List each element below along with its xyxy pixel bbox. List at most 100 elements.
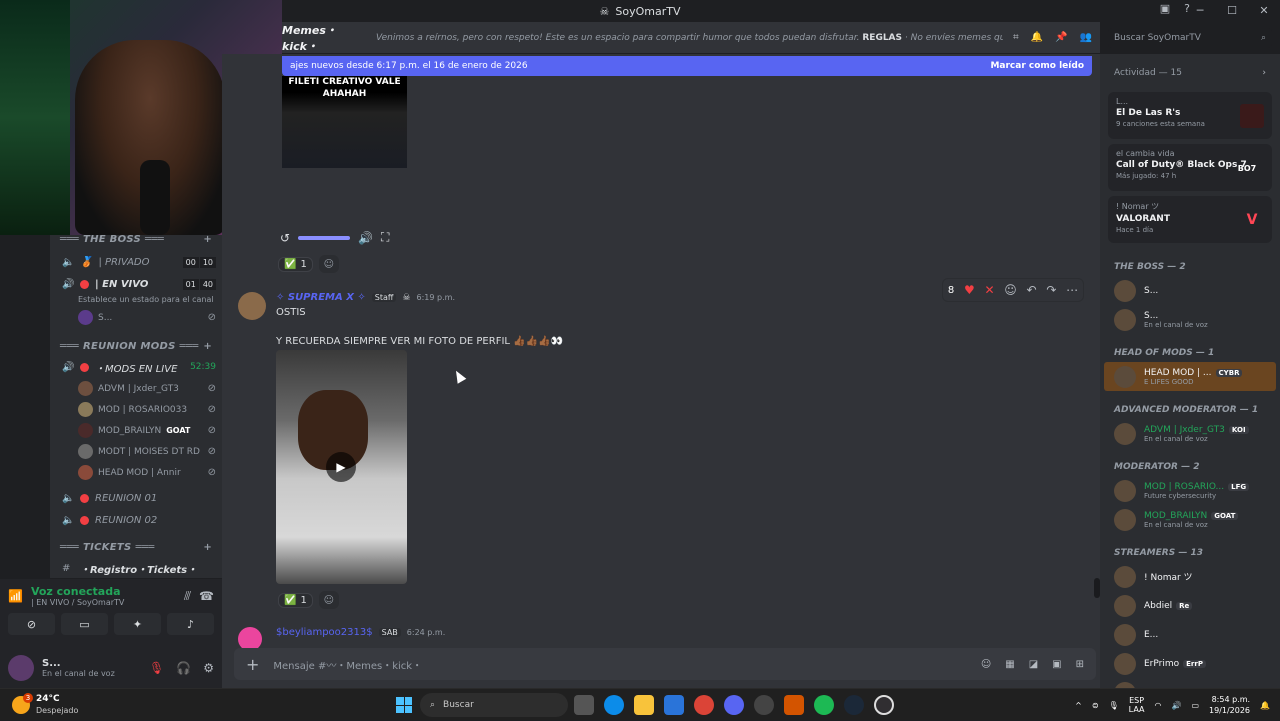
activity-card[interactable]: L... El De Las R's 9 canciones esta sema… — [1108, 92, 1272, 139]
inbox-icon[interactable]: ▣ — [1160, 2, 1170, 15]
volume-icon[interactable]: 🔊 — [358, 231, 373, 245]
disconnect-icon[interactable]: ☎ — [199, 589, 214, 603]
start-button[interactable] — [396, 697, 412, 713]
threads-icon[interactable]: ⌗ — [1013, 32, 1019, 43]
voice-member[interactable]: MOD_BRAILYN GOAT ⊘ — [50, 420, 222, 441]
headphones-icon[interactable]: 🎧 — [176, 661, 191, 675]
add-reaction-icon[interactable]: ☺ — [318, 591, 339, 609]
add-icon[interactable]: + — [203, 341, 212, 352]
member-row[interactable]: S... — [1100, 276, 1280, 305]
chevron-right-icon[interactable]: › — [1262, 68, 1266, 78]
taskview-icon[interactable] — [574, 695, 594, 715]
gif-icon[interactable]: ▦ — [1005, 659, 1014, 670]
noise-suppression-icon[interactable]: ⫻ — [184, 589, 191, 604]
minimize-button[interactable]: ─ — [1184, 0, 1216, 22]
chrome-icon[interactable] — [694, 695, 714, 715]
channel-topic[interactable]: Venimos a reírnos, pero con respeto! Est… — [376, 33, 1003, 43]
channel-privado[interactable]: 🔈 🥉 | PRIVADO 00 10 — [50, 251, 222, 273]
video-attachment[interactable]: FILETI CREATIVO VALE AHAHAH — [282, 76, 407, 168]
app-icon[interactable] — [784, 695, 804, 715]
avatar[interactable] — [238, 292, 266, 320]
author-name[interactable]: $beyliampoo2313$ — [276, 627, 373, 638]
category-reunion-mods[interactable]: ═══ REUNION MODS ═══ + — [50, 336, 222, 356]
member-row[interactable]: Abdiel Re — [1100, 591, 1280, 620]
channel-registro-tickets[interactable]: # ・Registro・Tickets・ — [50, 557, 222, 579]
voice-member[interactable]: MOD | ROSARIO033 ⊘ — [50, 399, 222, 420]
new-messages-bar[interactable]: ajes nuevos desde 6:17 p.m. el 16 de ene… — [282, 56, 1092, 76]
obs-icon[interactable] — [874, 695, 894, 715]
voice-member[interactable]: S... ⊘ — [50, 307, 222, 328]
network-icon[interactable]: ⊜ — [1092, 701, 1099, 710]
progress-bar[interactable] — [298, 235, 351, 240]
battery-icon[interactable]: ▭ — [1191, 701, 1199, 710]
play-icon[interactable]: ▶ — [326, 452, 356, 482]
voice-channel-label[interactable]: | EN VIVO / SoyOmarTV — [31, 598, 124, 607]
voice-member[interactable]: MODT | MOISES DT RD ⊘ — [50, 441, 222, 462]
folder-icon[interactable] — [634, 695, 654, 715]
category-the-boss[interactable]: ═══ THE BOSS ═══ + — [50, 235, 222, 249]
mic-icon[interactable]: 🎙 — [1109, 701, 1119, 710]
reaction-check[interactable]: ✅ 1 — [278, 592, 313, 608]
app-icon[interactable] — [754, 695, 774, 715]
member-row[interactable]: E... — [1100, 620, 1280, 649]
voice-member[interactable]: ADVM | Jxder_GT3 ⊘ — [50, 378, 222, 399]
mark-as-read-button[interactable]: Marcar como leído — [990, 61, 1084, 71]
avatar[interactable] — [8, 655, 34, 681]
composer-placeholder[interactable]: Mensaje #〰・Memes・kick・ — [273, 657, 422, 672]
spotify-icon[interactable] — [814, 695, 834, 715]
edge-icon[interactable] — [604, 695, 624, 715]
fullscreen-icon[interactable]: ⛶ — [381, 230, 389, 245]
author-name[interactable]: ✧ SUPREMA X ✧ — [276, 292, 366, 303]
apps-icon[interactable]: ⊞ — [1076, 659, 1084, 670]
camera-off-button[interactable]: ⊘ — [8, 613, 55, 635]
soundboard-button[interactable]: ♪ — [167, 613, 214, 635]
gear-icon[interactable]: ⚙ — [203, 661, 214, 675]
signal-icon[interactable]: 📶 — [8, 589, 23, 603]
maximize-button[interactable]: ☐ — [1216, 0, 1248, 22]
channel-mods-en-live[interactable]: 🔊 ・MODS EN LIVE 52:39 — [50, 356, 222, 378]
channel-status-note[interactable]: Establece un estado para el canal — [50, 295, 222, 307]
member-row[interactable]: ErPrimo ErrP — [1100, 649, 1280, 678]
sticker-icon[interactable]: ◪ — [1029, 659, 1038, 670]
volume-icon[interactable]: 🔊 — [1171, 701, 1181, 710]
member-row[interactable]: F... — [1100, 678, 1280, 688]
plus-icon[interactable]: + — [246, 655, 259, 674]
member-row[interactable]: MOD_BRAILYN GOAT En el canal de voz — [1100, 505, 1280, 534]
activity-card[interactable]: ! Nomar ツ VALORANT Hace 1 día V — [1108, 196, 1272, 243]
wifi-icon[interactable]: ◠ — [1154, 701, 1161, 710]
image-icon[interactable]: ▣ — [1052, 659, 1061, 670]
activities-button[interactable]: ✦ — [114, 613, 161, 635]
steam-icon[interactable] — [844, 695, 864, 715]
activity-card[interactable]: el cambia vida Call of Duty® Black Ops 7… — [1108, 144, 1272, 191]
video-attachment[interactable]: ▶ — [276, 350, 407, 584]
member-row[interactable]: ! Nomar ツ — [1100, 562, 1280, 591]
weather-widget[interactable]: 3 24°C Despejado — [0, 692, 200, 716]
pin-icon[interactable]: 📌 — [1055, 32, 1067, 43]
store-icon[interactable] — [664, 695, 684, 715]
member-row[interactable]: HEAD MOD | ... CYBR E LIFES GOOD — [1104, 362, 1276, 391]
notification-icon[interactable]: 🔔 — [1260, 701, 1270, 710]
channel-en-vivo[interactable]: 🔊 | EN VIVO 01 40 — [50, 273, 222, 295]
member-row[interactable]: MOD | ROSARIO... LFG Future cybersecurity — [1100, 476, 1280, 505]
mic-muted-icon[interactable]: 🎙 — [149, 661, 164, 675]
discord-icon[interactable] — [724, 695, 744, 715]
voice-member[interactable]: HEAD MOD | Annir ⊘ — [50, 462, 222, 483]
replay-icon[interactable]: ↺ — [280, 231, 290, 245]
add-reaction-icon[interactable]: ☺ — [318, 255, 339, 273]
reaction-check[interactable]: ✅ 1 — [278, 256, 313, 272]
channel-reunion-01[interactable]: 🔈 REUNION 01 — [50, 487, 222, 509]
language-indicator[interactable]: ESP LAA — [1129, 696, 1145, 714]
member-row[interactable]: ADVM | Jxder_GT3 KOI En el canal de voz — [1100, 419, 1280, 448]
search-input[interactable]: Buscar SoyOmarTV ⌕ — [1108, 28, 1272, 48]
channel-reunion-02[interactable]: 🔈 REUNION 02 — [50, 509, 222, 531]
message-composer[interactable]: + Mensaje #〰・Memes・kick・ ☺ ▦ ◪ ▣ ⊞ — [234, 648, 1096, 680]
bell-icon[interactable]: 🔔 — [1031, 32, 1043, 43]
screen-share-button[interactable]: ▭ — [61, 613, 108, 635]
emoji-icon[interactable]: ☺ — [981, 659, 991, 670]
member-row[interactable]: S... En el canal de voz — [1100, 305, 1280, 334]
clock[interactable]: 8:54 p.m. 19/1/2026 — [1209, 694, 1250, 716]
add-icon[interactable]: + — [203, 542, 212, 553]
taskbar-search[interactable]: ⌕ Buscar — [420, 693, 568, 717]
chevron-up-icon[interactable]: ^ — [1075, 701, 1082, 710]
members-icon[interactable]: 👥 — [1080, 32, 1092, 43]
